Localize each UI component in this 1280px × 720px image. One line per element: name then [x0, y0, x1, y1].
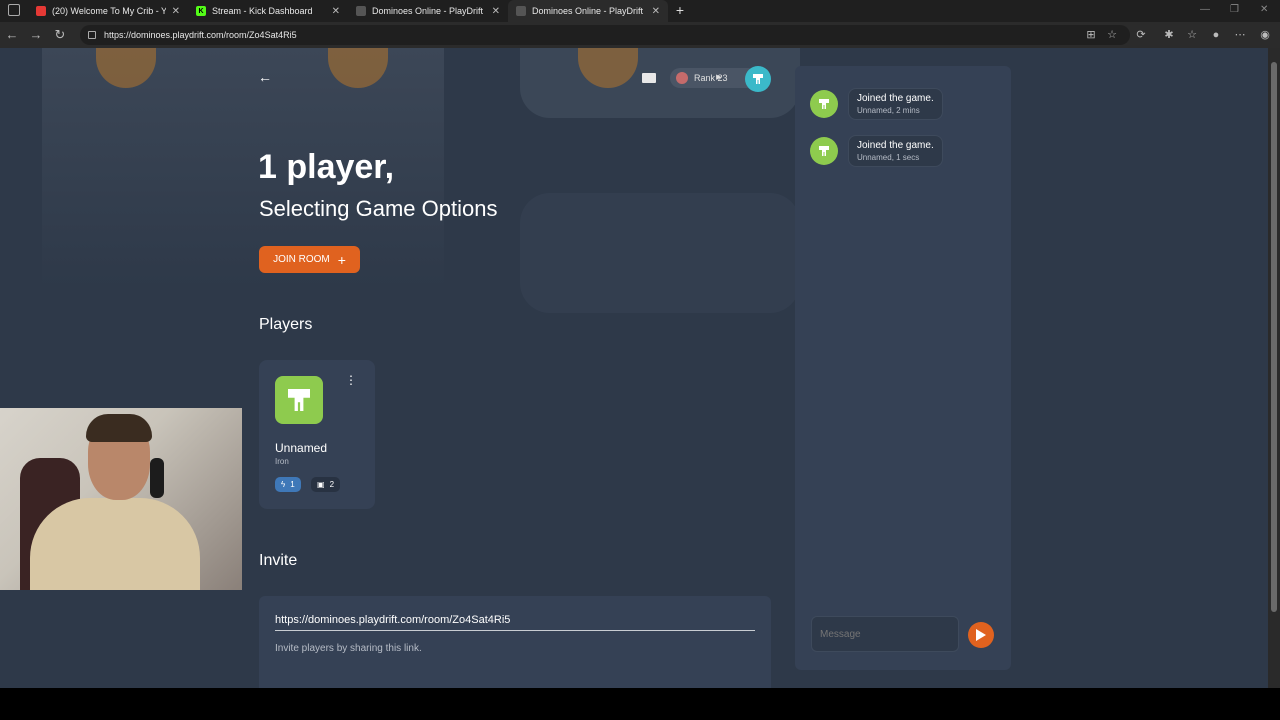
url-text: https://dominoes.playdrift.com/room/Zo4S…: [104, 30, 297, 40]
join-room-label: JOIN ROOM: [273, 254, 330, 265]
avatar-glyph-icon: [288, 389, 310, 411]
refresh-extension-icon[interactable]: ⟳: [1134, 28, 1148, 42]
tab-title: Stream - Kick Dashboard: [212, 6, 313, 16]
bolt-icon: ϟ: [281, 480, 286, 489]
taskbar-strip: [0, 688, 1280, 720]
games-count: 2: [329, 480, 335, 489]
apps-icon[interactable]: ⊞: [1084, 28, 1098, 42]
new-tab-button[interactable]: +: [672, 2, 688, 18]
webcam-person-body: [30, 498, 200, 590]
avatar-glyph-icon: [753, 74, 763, 84]
kebab-menu-icon[interactable]: ⋮: [345, 374, 357, 386]
address-bar[interactable]: https://dominoes.playdrift.com/room/Zo4S…: [80, 25, 1130, 45]
games-badge: ▣ 2: [311, 477, 341, 492]
playdrift-icon: [516, 6, 526, 16]
avatar-glyph-icon: [819, 146, 829, 156]
close-window-icon[interactable]: ✕: [1260, 4, 1268, 15]
scrollbar-thumb[interactable]: [1271, 62, 1277, 612]
chat-meta: Unnamed, 2 mins: [857, 106, 920, 115]
send-icon: [976, 629, 986, 641]
chat-message: Joined the game. Unnamed, 1 secs: [810, 135, 943, 167]
chat-meta: Unnamed, 1 secs: [857, 153, 920, 162]
restore-icon[interactable]: ❐: [1230, 4, 1239, 15]
extension-icon[interactable]: ✱: [1162, 28, 1176, 42]
chat-text: Joined the game.: [857, 140, 934, 151]
chat-avatar: [810, 137, 838, 165]
invite-box: https://dominoes.playdrift.com/room/Zo4S…: [259, 596, 771, 688]
players-heading: Players: [259, 316, 313, 333]
tab-kick[interactable]: K Stream - Kick Dashboard ✕: [188, 0, 348, 22]
bolt-count: 1: [290, 480, 295, 489]
tab-youtube[interactable]: (20) Welcome To My Crib - YouTu ✕: [28, 0, 188, 22]
back-arrow-icon[interactable]: ←: [258, 70, 272, 84]
site-info-icon[interactable]: [88, 31, 96, 39]
webcam-overlay: [0, 408, 242, 590]
page-title: 1 player,: [258, 148, 395, 186]
invite-hint: Invite players by sharing this link.: [275, 643, 422, 654]
plus-icon: +: [337, 251, 346, 268]
user-avatar[interactable]: [745, 66, 771, 92]
invite-link-field[interactable]: https://dominoes.playdrift.com/room/Zo4S…: [275, 614, 755, 631]
close-icon[interactable]: ✕: [492, 6, 500, 17]
player-rank: Iron: [275, 457, 289, 466]
webcam-person-hair: [86, 414, 152, 442]
chat-bubble: Joined the game. Unnamed, 2 mins: [848, 88, 943, 120]
page-subtitle: Selecting Game Options: [259, 196, 498, 221]
more-menu-icon[interactable]: ⋯: [1233, 28, 1247, 42]
caret-right-icon: ▶: [716, 74, 722, 81]
close-icon[interactable]: ✕: [332, 6, 340, 17]
address-toolbar: ← → ↻ https://dominoes.playdrift.com/roo…: [0, 22, 1280, 48]
chat-text: Joined the game.: [857, 93, 934, 104]
chat-message: Joined the game. Unnamed, 2 mins: [810, 88, 943, 120]
copilot-icon[interactable]: ◉: [1258, 28, 1272, 42]
reload-icon[interactable]: ↻: [52, 27, 68, 43]
tab-title: Dominoes Online - PlayDrift: [372, 6, 484, 16]
background-panel: [520, 193, 800, 313]
bolt-badge: ϟ 1: [275, 477, 301, 492]
gamepad-icon: ▣: [317, 480, 325, 489]
message-input[interactable]: [811, 616, 959, 652]
player-name: Unnamed: [275, 441, 328, 455]
tab-dominoes-1[interactable]: Dominoes Online - PlayDrift ✕: [348, 0, 508, 22]
player-card[interactable]: ⋮ Unnamed Iron ϟ 1 ▣ 2: [259, 360, 375, 509]
page-content: ← Rank 23 ▶ 1 player, Selecting Game Opt…: [0, 48, 1280, 688]
join-room-button[interactable]: JOIN ROOM +: [259, 246, 360, 273]
favorite-star-icon[interactable]: ☆: [1105, 28, 1119, 42]
close-icon[interactable]: ✕: [172, 6, 180, 17]
webcam-microphone: [150, 458, 164, 498]
player-avatar: [275, 376, 323, 424]
invite-heading: Invite: [259, 552, 298, 569]
chat-bubble: Joined the game. Unnamed, 1 secs: [848, 135, 943, 167]
back-icon[interactable]: ←: [4, 27, 20, 43]
tab-title: Dominoes Online - PlayDrift: [532, 6, 644, 16]
mail-icon[interactable]: [642, 73, 656, 83]
tab-dominoes-2[interactable]: Dominoes Online - PlayDrift ✕: [508, 0, 668, 22]
tab-strip: (20) Welcome To My Crib - YouTu ✕ K Stre…: [0, 0, 1280, 22]
close-icon[interactable]: ✕: [652, 6, 660, 17]
avatar-glyph-icon: [819, 99, 829, 109]
collections-icon[interactable]: ☆: [1185, 28, 1199, 42]
minimize-icon[interactable]: —: [1200, 4, 1210, 15]
window-menu-icon[interactable]: [8, 4, 20, 16]
tab-title: (20) Welcome To My Crib - YouTu: [52, 6, 166, 16]
profile-icon[interactable]: ●: [1209, 28, 1223, 42]
youtube-icon: [36, 6, 46, 16]
chat-panel: Joined the game. Unnamed, 2 mins Joined …: [795, 66, 1011, 670]
forward-icon[interactable]: →: [28, 27, 44, 43]
page-scrollbar[interactable]: [1268, 48, 1280, 688]
kick-icon: K: [196, 6, 206, 16]
rank-medal-icon: [676, 72, 688, 84]
chat-avatar: [810, 90, 838, 118]
playdrift-icon: [356, 6, 366, 16]
send-button[interactable]: [968, 622, 994, 648]
rank-label: Rank 23: [694, 73, 728, 83]
